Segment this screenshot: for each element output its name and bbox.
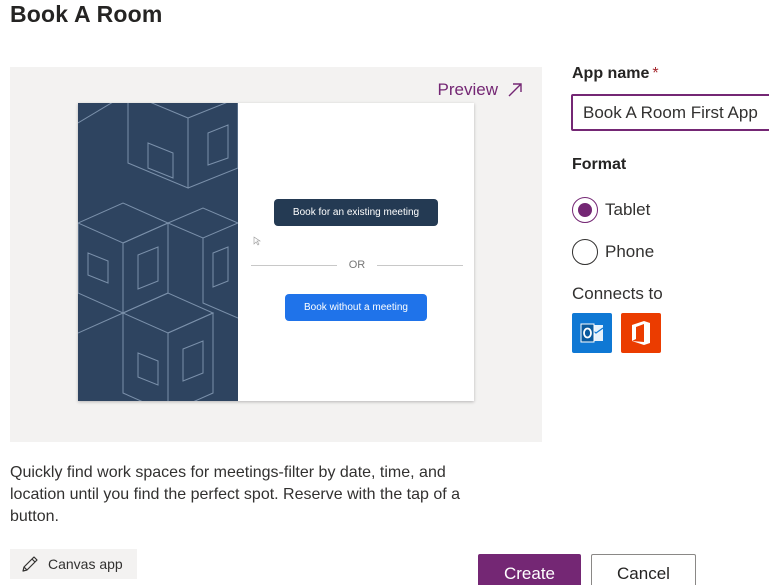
outlook-icon bbox=[572, 313, 612, 353]
pencil-icon bbox=[22, 556, 38, 572]
app-name-input[interactable] bbox=[571, 94, 769, 131]
format-option-tablet-label: Tablet bbox=[605, 200, 651, 219]
office-icon bbox=[621, 313, 661, 353]
thumbnail-screen: Book for an existing meeting OR Book wit… bbox=[238, 103, 474, 401]
format-label: Format bbox=[572, 156, 627, 173]
outlook-glyph bbox=[580, 323, 604, 343]
connects-to-label: Connects to bbox=[572, 284, 663, 303]
create-button[interactable]: Create bbox=[478, 554, 581, 585]
app-name-label-text: App name bbox=[572, 65, 650, 82]
format-option-phone[interactable]: Phone bbox=[572, 239, 654, 265]
preview-link[interactable]: Preview bbox=[438, 80, 524, 100]
preview-panel: Preview Book for an existing meeting OR … bbox=[10, 67, 542, 442]
app-thumbnail: Book for an existing meeting OR Book wit… bbox=[78, 103, 474, 401]
page-title: Book A Room bbox=[10, 1, 163, 27]
office-glyph bbox=[632, 321, 650, 345]
app-type-label: Canvas app bbox=[48, 556, 123, 572]
thumbnail-existing-meeting-button: Book for an existing meeting bbox=[274, 199, 438, 226]
cancel-button[interactable]: Cancel bbox=[591, 554, 696, 585]
thumbnail-without-meeting-button: Book without a meeting bbox=[285, 294, 427, 321]
radio-selected-dot bbox=[578, 203, 592, 217]
or-label: OR bbox=[348, 259, 366, 271]
format-option-tablet[interactable]: Tablet bbox=[572, 197, 650, 223]
separator-line-left bbox=[251, 264, 337, 266]
app-type-badge: Canvas app bbox=[10, 549, 137, 579]
separator-line-right bbox=[377, 264, 463, 266]
required-marker: * bbox=[652, 65, 659, 82]
radio-tablet[interactable] bbox=[572, 197, 598, 223]
format-option-phone-label: Phone bbox=[605, 242, 655, 261]
template-description: Quickly find work spaces for meetings-fi… bbox=[10, 464, 461, 525]
cursor-icon bbox=[253, 236, 261, 246]
thumbnail-or-separator: OR bbox=[251, 258, 463, 272]
app-name-label: App name * bbox=[572, 65, 659, 83]
preview-link-label: Preview bbox=[437, 80, 498, 99]
isometric-pattern-art bbox=[78, 103, 238, 401]
radio-phone[interactable] bbox=[572, 239, 598, 265]
arrow-up-right-icon bbox=[508, 83, 522, 97]
